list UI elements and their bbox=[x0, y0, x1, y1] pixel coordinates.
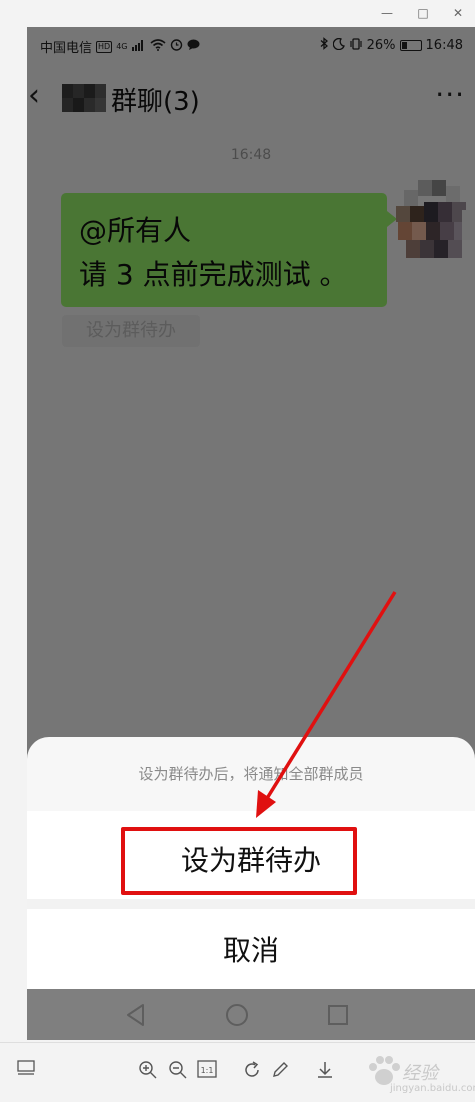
maximize-icon[interactable]: □ bbox=[413, 3, 433, 23]
red-highlight-box bbox=[121, 827, 357, 895]
close-icon[interactable]: ✕ bbox=[448, 3, 468, 23]
window-title-bar: — □ ✕ bbox=[0, 0, 475, 26]
nav-recents-icon[interactable] bbox=[324, 1001, 352, 1029]
watermark-text: 经验 bbox=[402, 1063, 438, 1084]
svg-text:1:1: 1:1 bbox=[201, 1066, 214, 1075]
baidu-watermark: 经验 jingyan.baidu.com bbox=[362, 1045, 475, 1101]
actual-size-icon[interactable]: 1:1 bbox=[196, 1060, 218, 1082]
zoom-in-icon[interactable] bbox=[137, 1060, 159, 1082]
nav-back-icon[interactable] bbox=[122, 1001, 150, 1029]
zoom-out-icon[interactable] bbox=[167, 1060, 189, 1082]
system-nav-bar bbox=[27, 989, 475, 1040]
action-sheet-hint: 设为群待办后，将通知全部群成员 bbox=[138, 765, 364, 783]
watermark-url: jingyan.baidu.com bbox=[390, 1083, 475, 1094]
thumbnail-icon[interactable] bbox=[15, 1060, 37, 1082]
cancel-label: 取消 bbox=[222, 934, 279, 967]
minimize-icon[interactable]: — bbox=[377, 3, 397, 23]
cancel-button[interactable]: 取消 bbox=[27, 909, 475, 989]
screenshot-frame: — □ ✕ 中国电信 HD 4G bbox=[0, 0, 475, 1102]
pencil-icon[interactable] bbox=[269, 1060, 291, 1082]
rotate-icon[interactable] bbox=[241, 1060, 263, 1082]
sheet-divider bbox=[27, 899, 475, 909]
nav-home-icon[interactable] bbox=[223, 1001, 251, 1029]
download-icon[interactable] bbox=[314, 1060, 336, 1082]
